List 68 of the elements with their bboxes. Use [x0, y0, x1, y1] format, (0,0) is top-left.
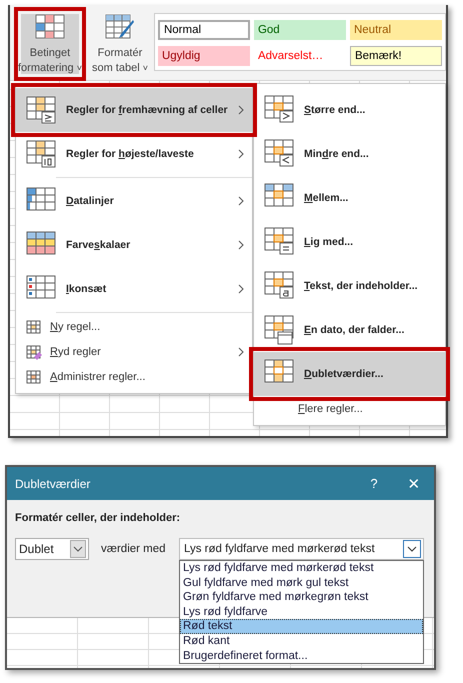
menu-item[interactable]: Flere regler...: [254, 396, 445, 421]
menu-item-label: Tekst, der indeholder...: [304, 280, 418, 292]
menu-item[interactable]: En dato, der falder...: [254, 308, 445, 352]
format-option[interactable]: Gul fyldfarve med mørk gul tekst: [180, 576, 423, 590]
menu-item-label: Regler for højeste/laveste: [66, 148, 194, 160]
menu-item-label: En dato, der falder...: [304, 324, 404, 336]
menu-item-label: Datalinjer: [66, 195, 114, 207]
ribbon-button[interactable]: Formatér som tabel ˅: [88, 7, 152, 81]
format-option[interactable]: Rød tekst: [180, 619, 423, 634]
help-button[interactable]: ?: [354, 468, 394, 498]
table-brush-icon: [104, 14, 135, 40]
less-than-icon: [264, 139, 296, 169]
menu-item-label: Lig med...: [304, 236, 354, 248]
cell-style[interactable]: Bemærk!: [350, 46, 442, 66]
menu-item[interactable]: Ikonsæt: [16, 267, 252, 311]
menu-item-label: Dubletværdier...: [304, 368, 384, 380]
menu-item[interactable]: Tekst, der indeholder...: [254, 264, 445, 308]
menu-item[interactable]: Mellem...: [254, 176, 445, 220]
equal-to-icon: [264, 227, 296, 257]
cell-style[interactable]: Advarselst…: [254, 46, 346, 66]
highlight-cells-icon: [26, 96, 58, 124]
menu-item[interactable]: Regler for højeste/laveste: [16, 132, 252, 176]
conditional-format-icon: [34, 14, 65, 40]
menu-item[interactable]: Ryd regler: [16, 339, 252, 364]
cell-style[interactable]: Ugyldig: [158, 46, 250, 66]
text-contains-icon: [264, 271, 296, 301]
date-icon: [264, 315, 296, 345]
menu-item-label: Større end...: [304, 104, 366, 116]
ribbon-button[interactable]: Betinget formatering ˅: [14, 7, 86, 81]
menu-item[interactable]: Datalinjer: [16, 179, 252, 223]
menu-item[interactable]: Regler for fremhævning af celler: [16, 88, 252, 132]
menu-item[interactable]: Dubletværdier...: [254, 352, 445, 396]
menu-item-label: Regler for fremhævning af celler: [66, 104, 228, 116]
menu-item-label: Mellem...: [304, 192, 348, 204]
format-option[interactable]: Lys rød fyldfarve: [180, 604, 423, 620]
greater-than-icon: [264, 95, 296, 125]
top-bottom-icon: [26, 140, 58, 168]
clear-rules-icon: [26, 344, 42, 360]
connector-label: værdier med: [101, 543, 167, 555]
menu-item-label: Administrer regler...: [50, 370, 146, 382]
menu-item-label: Ikonsæt: [66, 283, 106, 295]
menu-item[interactable]: Større end...: [254, 88, 445, 132]
menu-item[interactable]: Mindre end...: [254, 132, 445, 176]
new-rule-icon: [26, 318, 42, 334]
format-option[interactable]: Brugerdefineret format...: [180, 648, 423, 664]
cell-style[interactable]: Normal: [158, 20, 250, 40]
menu-item-label: Flere regler...: [298, 402, 363, 414]
menu-item-label: Ny regel...: [50, 320, 100, 332]
menu-item[interactable]: Administrer regler...: [16, 364, 252, 389]
menu-item[interactable]: Lig med...: [254, 220, 445, 264]
format-option[interactable]: Grøn fyldfarve med mørkegrøn tekst: [180, 590, 423, 605]
cell-style[interactable]: Neutral: [350, 20, 442, 40]
format-option[interactable]: Rød kant: [180, 634, 423, 649]
dropdown-caret-icon: [403, 540, 421, 558]
format-select[interactable]: Lys rød fyldfarve med mørkerød tekst: [179, 538, 424, 560]
close-button[interactable]: ✕: [394, 468, 434, 498]
menu-item-label: Mindre end...: [304, 148, 369, 160]
menu-item[interactable]: Ny regel...: [16, 314, 252, 339]
type-select[interactable]: Dublet: [15, 538, 89, 560]
menu-item-label: Ryd regler: [50, 346, 101, 358]
format-option[interactable]: Lys rød fyldfarve med mørkerød tekst: [180, 561, 423, 576]
dropdown-caret-icon: [70, 540, 86, 558]
prompt-label: Formatér celler, der indeholder:: [15, 512, 182, 524]
manage-rules-icon: [26, 368, 42, 384]
menu-item[interactable]: Farveskalaer: [16, 223, 252, 267]
menu-item-label: Farveskalaer: [66, 239, 130, 251]
cell-style[interactable]: God: [254, 20, 346, 40]
dialog-title: Dubletværdier: [15, 476, 92, 490]
